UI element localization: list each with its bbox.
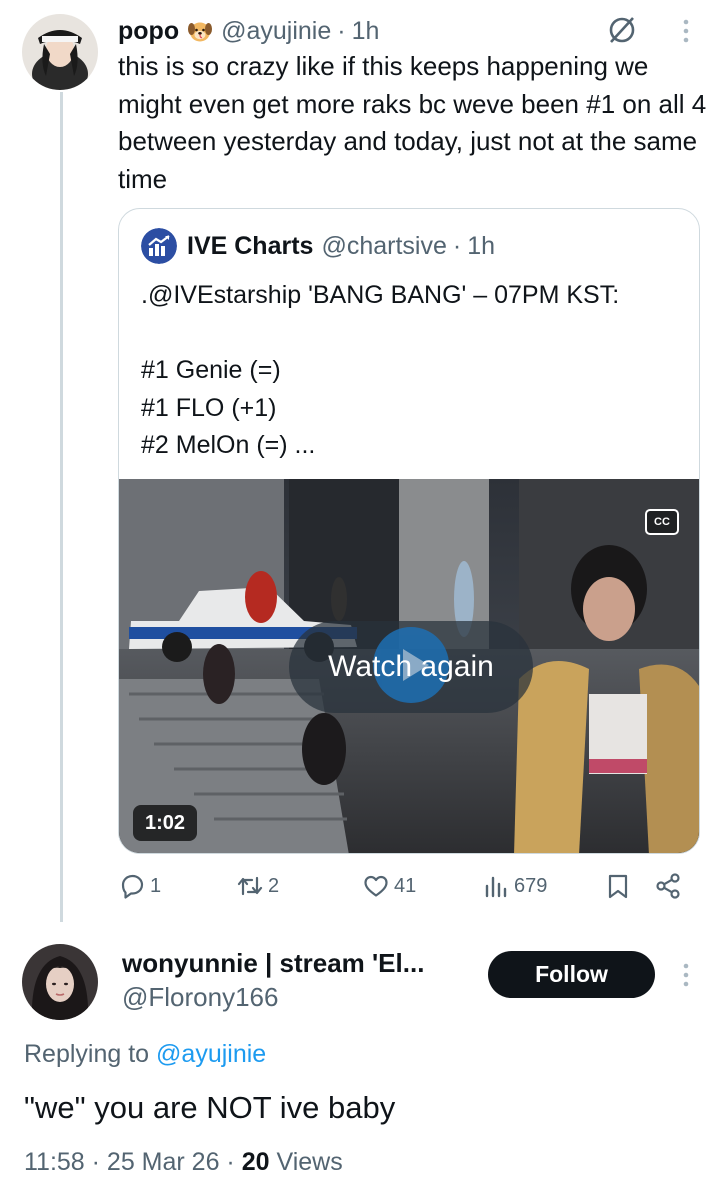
tweet-header: popo @ayujinie · 1h <box>118 14 379 48</box>
ive-charts-avatar[interactable] <box>141 228 177 264</box>
like-button[interactable]: 41 <box>362 868 416 904</box>
watch-again-label: Watch again <box>328 650 494 683</box>
reply-views-count: 20 <box>241 1148 270 1176</box>
replying-prefix: Replying to <box>24 1040 150 1068</box>
quoted-handle[interactable]: @chartsive <box>321 232 446 261</box>
quoted-text-line: .@IVEstarship 'BANG BANG' – 07PM KST: <box>141 281 620 309</box>
grok-icon[interactable] <box>606 14 638 46</box>
avatar-wonyunnie[interactable] <box>22 944 98 1020</box>
repost-count: 2 <box>268 874 280 897</box>
quoted-display-name[interactable]: IVE Charts <box>187 232 313 261</box>
replying-to-link[interactable]: @ayujinie <box>156 1040 266 1068</box>
quoted-text-line <box>141 315 681 353</box>
quoted-timestamp[interactable]: 1h <box>467 232 495 261</box>
separator-dot: · <box>337 16 346 45</box>
action-bar: 1 2 41 679 <box>118 868 700 904</box>
quoted-text-line: #1 Genie (=) <box>141 356 281 384</box>
reply-count: 1 <box>150 874 162 897</box>
timestamp[interactable]: 1h <box>352 17 380 46</box>
share-button[interactable] <box>654 868 686 904</box>
views-icon <box>485 876 507 898</box>
video-player[interactable]: CC Watch again 1:02 <box>119 479 699 853</box>
quoted-tweet[interactable]: IVE Charts @chartsive · 1h .@IVEstarship… <box>118 208 700 854</box>
more-vertical-icon[interactable] <box>676 16 696 46</box>
more-vertical-icon[interactable] <box>676 960 696 990</box>
dog-emoji-icon <box>187 18 213 44</box>
thread-line <box>60 92 63 922</box>
watch-again-button[interactable]: Watch again <box>289 621 533 713</box>
views-button[interactable]: 679 <box>482 868 547 904</box>
reply-display-name[interactable]: wonyunnie | stream 'El... <box>122 948 424 979</box>
tweet-text: this is so crazy like if this keeps happ… <box>118 51 707 194</box>
captions-button[interactable]: CC <box>645 509 679 535</box>
views-count: 679 <box>514 874 548 897</box>
reply-handle[interactable]: @Florony166 <box>122 982 278 1013</box>
reply-button[interactable]: 1 <box>118 868 161 904</box>
quoted-tweet-text: .@IVEstarship 'BANG BANG' – 07PM KST: #1… <box>141 277 681 465</box>
like-count: 41 <box>394 874 417 897</box>
reply-icon <box>121 874 144 899</box>
video-duration: 1:02 <box>133 805 198 841</box>
separator-dot: · <box>452 231 462 260</box>
bookmark-icon <box>608 874 628 899</box>
handle[interactable]: @ayujinie <box>221 17 331 46</box>
share-icon <box>656 873 680 899</box>
avatar-popo[interactable] <box>22 14 98 90</box>
reply-views-label: Views <box>276 1148 343 1176</box>
heart-icon <box>364 875 388 897</box>
reply-text: "we" you are NOT ive baby <box>24 1090 396 1125</box>
bookmark-button[interactable] <box>604 868 636 904</box>
replying-to: Replying to @ayujinie <box>24 1040 266 1069</box>
display-name[interactable]: popo <box>118 17 179 46</box>
quoted-text-line: #2 MelOn (=) ... <box>141 431 316 459</box>
repost-icon <box>237 876 263 896</box>
follow-button[interactable]: Follow <box>488 951 655 998</box>
reply-meta: 11:58 · 25 Mar 26 · 20 Views <box>24 1148 343 1177</box>
quoted-tweet-header: IVE Charts @chartsive · 1h <box>141 228 495 264</box>
reply-timestamp[interactable]: 11:58 · 25 Mar 26 · <box>24 1148 235 1176</box>
repost-button[interactable]: 2 <box>236 868 279 904</box>
quoted-text-line: #1 FLO (+1) <box>141 393 277 422</box>
